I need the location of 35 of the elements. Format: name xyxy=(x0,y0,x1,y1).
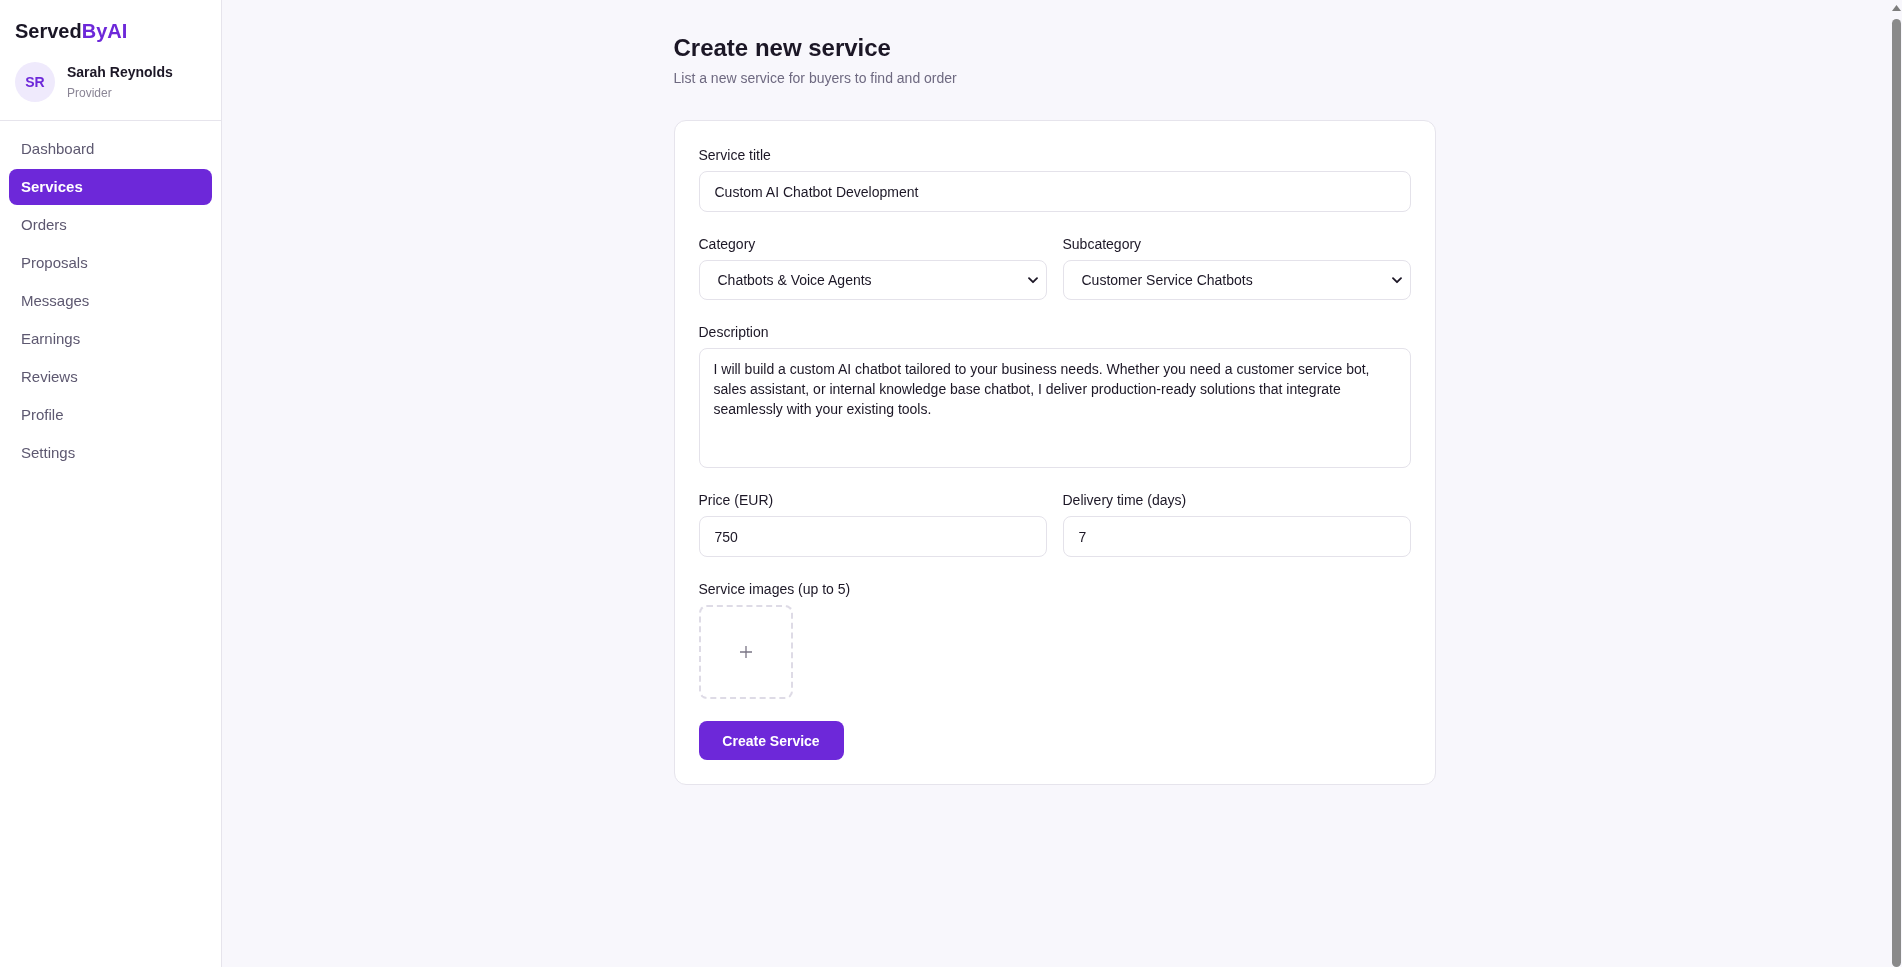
create-service-button[interactable]: Create Service xyxy=(698,721,844,760)
plus-icon xyxy=(739,646,752,658)
field-label: Service title xyxy=(698,146,772,165)
sidebar-item[interactable]: Profile xyxy=(9,397,212,433)
field-label: Service images (up to 5) xyxy=(698,580,852,599)
field-label: Subcategory xyxy=(1062,235,1143,254)
dropdown-select[interactable]: Chatbots & Voice Agents xyxy=(698,260,1047,300)
field-label: Price (EUR) xyxy=(698,491,775,510)
image-upload-area[interactable] xyxy=(698,605,793,699)
field-label: Delivery time (days) xyxy=(1062,491,1188,510)
page-title: Create new service xyxy=(673,33,892,63)
description-textarea[interactable]: I will build a custom AI chatbot tailored to your business needs. Whether you need a customer service bot, sales assistant, or internal knowledge base chatbot, I deliver production-ready solutions that integrate seamlessly with your existing tools. xyxy=(698,348,1411,468)
sidebar-item[interactable]: Proposals xyxy=(9,245,212,281)
dropdown-select[interactable]: Customer Service Chatbots xyxy=(1062,260,1411,300)
sidebar-item[interactable]: Settings xyxy=(9,435,212,471)
sidebar-item[interactable]: Services xyxy=(9,169,212,205)
sidebar-item[interactable]: Dashboard xyxy=(9,131,212,167)
chevron-down-icon xyxy=(1027,276,1038,284)
sidebar-item[interactable]: Messages xyxy=(9,283,212,319)
input-field[interactable]: Custom AI Chatbot Development xyxy=(698,171,1411,212)
user-role: Provider xyxy=(67,85,113,101)
user-name: Sarah Reynolds xyxy=(67,63,173,82)
logo: ServedByAI xyxy=(15,19,128,43)
page-subtitle: List a new service for buyers to find and order xyxy=(673,69,958,88)
sidebar-item[interactable]: Earnings xyxy=(9,321,212,357)
input-field[interactable]: 7 xyxy=(1062,516,1411,557)
field-label: Description xyxy=(698,323,770,342)
scrollbar-thumb[interactable] xyxy=(1892,19,1901,967)
chevron-down-icon xyxy=(1391,276,1402,284)
avatar: SR xyxy=(15,62,55,102)
field-label: Category xyxy=(698,235,757,254)
sidebar-item[interactable]: Orders xyxy=(9,207,212,243)
scroll-up-icon[interactable] xyxy=(1892,5,1901,11)
sidebar-item[interactable]: Reviews xyxy=(9,359,212,395)
input-field[interactable]: 750 xyxy=(698,516,1047,557)
